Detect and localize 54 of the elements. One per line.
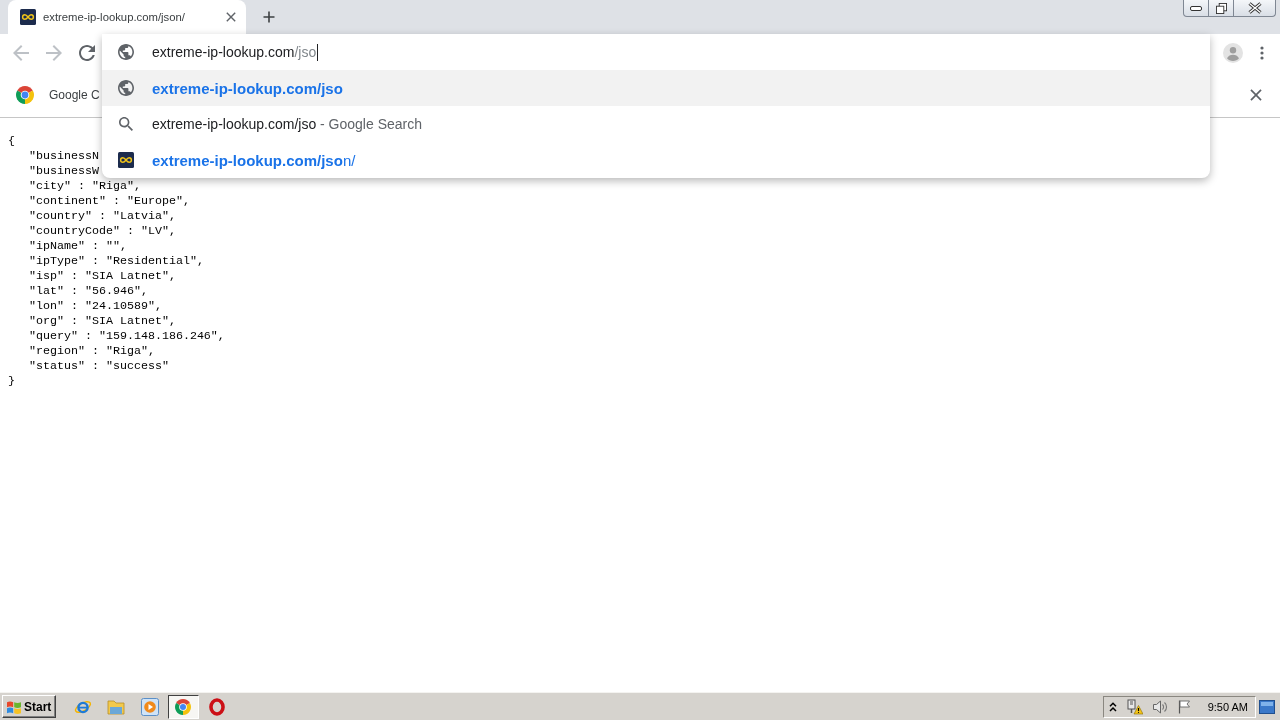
json-line: "query" : "159.148.186.246",	[28, 329, 225, 344]
json-line: "city" : "Riga",	[28, 179, 141, 194]
browser-tab[interactable]: extreme-ip-lookup.com/json/	[8, 0, 246, 34]
flag-icon[interactable]	[1177, 699, 1191, 714]
json-line: "businessN	[28, 149, 99, 164]
clock-time: 9:50 AM	[1207, 700, 1248, 713]
opera-logo-icon	[208, 697, 225, 716]
json-line: "ipType" : "Residential",	[28, 254, 204, 269]
json-line: "lat" : "56.946",	[28, 284, 148, 299]
plus-icon[interactable]	[263, 11, 275, 23]
infinity-logo-icon	[118, 152, 134, 168]
json-line: "status" : "success"	[28, 359, 169, 374]
restore-button[interactable]	[1208, 0, 1234, 17]
address-field[interactable]: extreme-ip-lookup.com/jso	[152, 34, 1210, 70]
menu-dots-icon[interactable]	[1260, 46, 1264, 60]
folder-icon	[107, 697, 126, 716]
minimize-button[interactable]	[1183, 0, 1209, 17]
reload-icon[interactable]	[79, 45, 95, 61]
json-line: "ipName" : "",	[28, 239, 127, 254]
globe-icon	[118, 44, 134, 60]
minimize-icon	[1190, 5, 1202, 11]
restore-icon	[1215, 2, 1227, 14]
taskbar-button[interactable]	[167, 694, 199, 719]
monitor-icon[interactable]	[1259, 699, 1275, 714]
json-line: "country" : "Latvia",	[28, 209, 176, 224]
json-line: "org" : "SIA Latnet",	[28, 314, 176, 329]
close-button[interactable]	[1233, 0, 1276, 17]
suggestion-item[interactable]: extreme-ip-lookup.com/jso	[102, 70, 1210, 106]
windows-logo-icon	[6, 698, 22, 715]
globe-icon	[118, 80, 134, 96]
infinity-logo-icon	[20, 9, 36, 25]
start-button[interactable]: Start	[2, 695, 57, 718]
network-warning-icon[interactable]	[1126, 698, 1143, 715]
close-icon	[1247, 2, 1262, 14]
chrome-logo-icon	[175, 698, 192, 715]
json-line: "lon" : "24.10589",	[28, 299, 162, 314]
json-line: }	[8, 374, 15, 389]
profile-avatar-icon[interactable]	[1223, 43, 1243, 63]
media-player-icon	[140, 697, 159, 716]
chrome-logo-icon	[16, 85, 34, 104]
json-line: "countryCode" : "LV",	[28, 224, 176, 239]
json-line: "businessW	[28, 164, 99, 179]
speaker-icon[interactable]	[1152, 699, 1168, 714]
infobar-message: Google C	[49, 87, 100, 102]
json-line: "region" : "Riga",	[28, 344, 155, 359]
search-icon	[119, 117, 133, 131]
close-icon[interactable]	[226, 12, 236, 22]
chevron-up-icon[interactable]	[1108, 701, 1117, 712]
suggestion-item[interactable]: extreme-ip-lookup.com/jso - Google Search	[102, 106, 1210, 142]
json-line: "isp" : "SIA Latnet",	[28, 269, 176, 284]
close-icon[interactable]	[1250, 88, 1262, 101]
suggestion-item[interactable]: extreme-ip-lookup.com/json/	[102, 142, 1210, 178]
json-line: "continent" : "Europe",	[28, 194, 190, 209]
json-line: {	[8, 134, 15, 149]
